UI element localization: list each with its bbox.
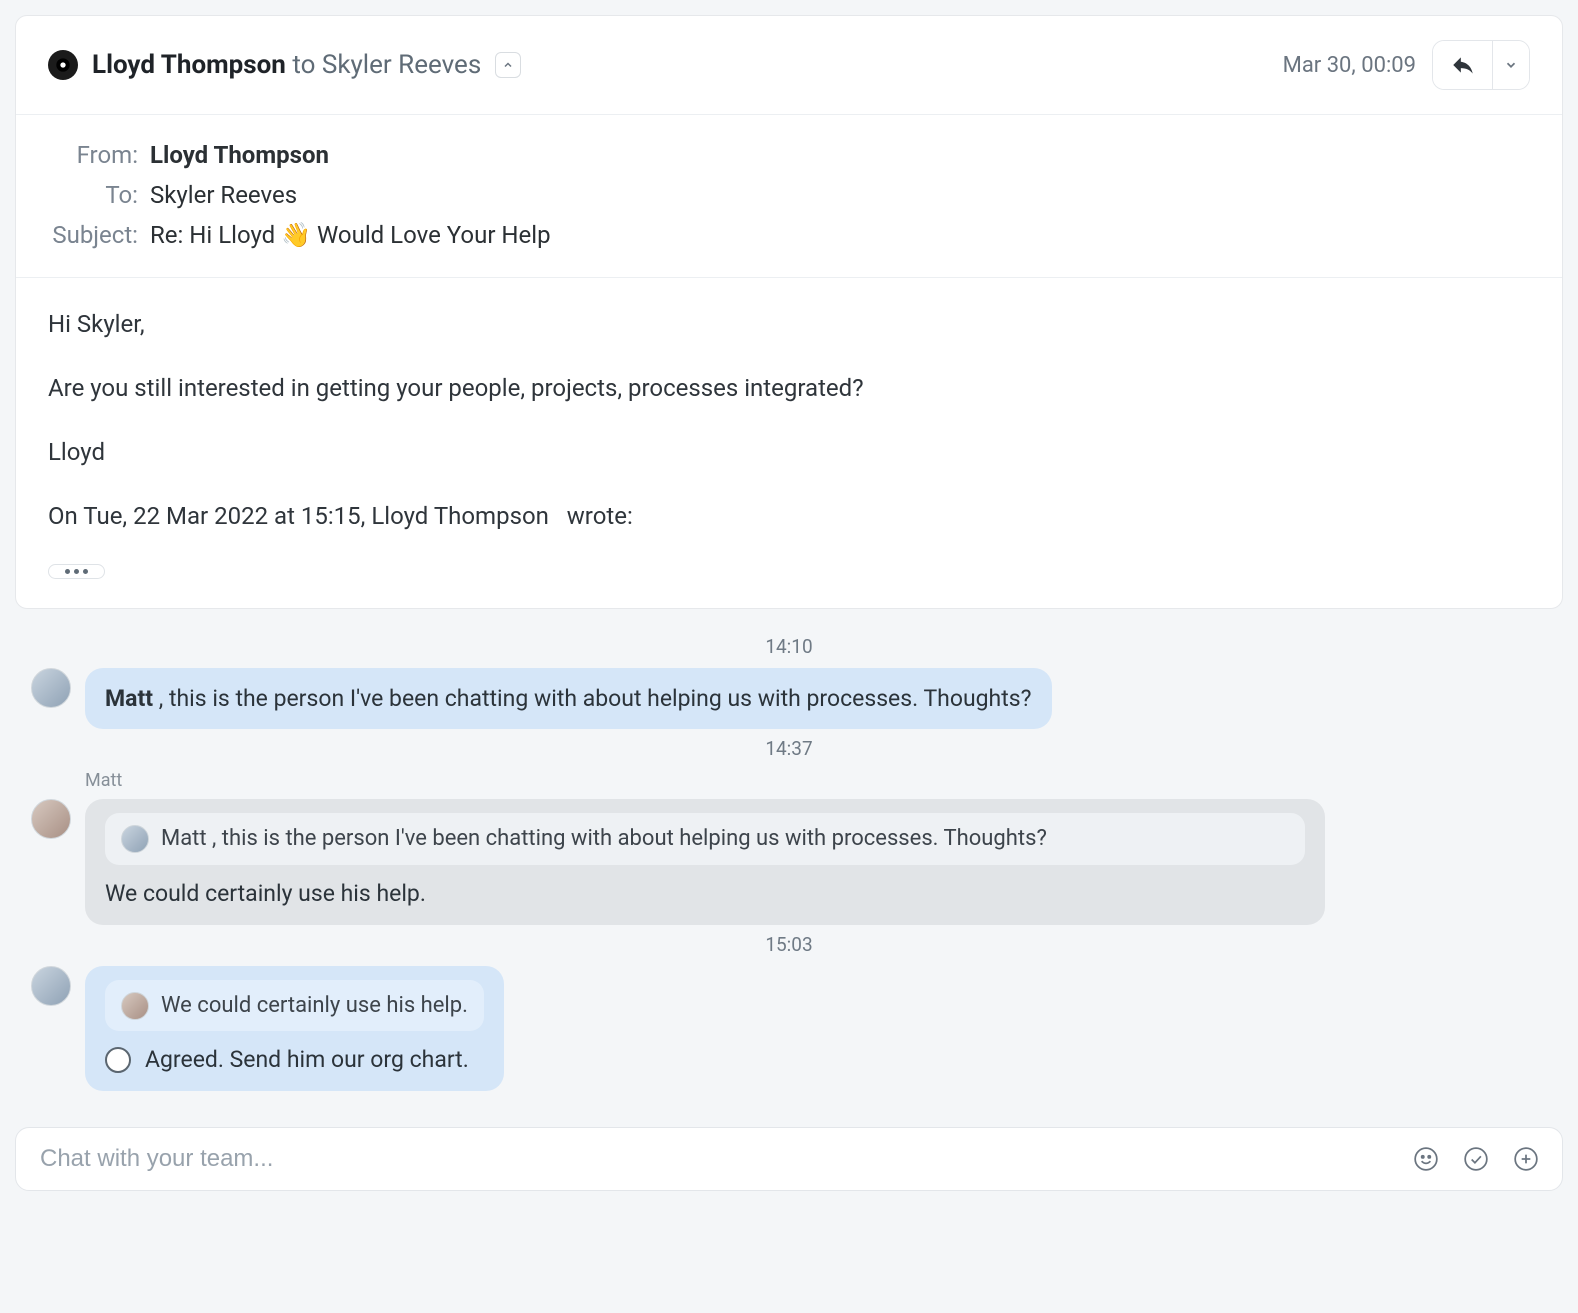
sender-avatar xyxy=(48,50,78,80)
message-text: , this is the person I've been chatting … xyxy=(153,685,1031,712)
avatar xyxy=(31,966,71,1006)
task-checkbox[interactable] xyxy=(105,1047,131,1073)
body-line1: Are you still interested in getting your… xyxy=(48,370,1530,406)
avatar xyxy=(31,799,71,839)
chat-message: Matt , this is the person I've been chat… xyxy=(31,799,1547,924)
quoted-message: We could certainly use his help. xyxy=(105,980,484,1032)
message-bubble[interactable]: Matt , this is the person I've been chat… xyxy=(85,799,1325,924)
task-button[interactable] xyxy=(1462,1145,1490,1173)
meta-to-value: Skyler Reeves xyxy=(150,181,297,209)
quoted-avatar xyxy=(121,825,149,853)
message-text: Agreed. Send him our org chart. xyxy=(145,1043,469,1076)
meta-subject-label: Subject: xyxy=(48,221,138,249)
show-trimmed-button[interactable] xyxy=(48,564,105,579)
quoted-message: Matt , this is the person I've been chat… xyxy=(105,813,1305,865)
quoted-intro-1: On Tue, 22 Mar 2022 at 15:15, Lloyd Thom… xyxy=(48,502,549,530)
message-bubble[interactable]: We could certainly use his help. Agreed.… xyxy=(85,966,504,1091)
recipient-name: Skyler Reeves xyxy=(322,50,481,80)
quoted-text: We could certainly use his help. xyxy=(161,990,468,1022)
reply-menu-button[interactable] xyxy=(1493,41,1529,89)
chevron-down-icon xyxy=(1504,58,1518,72)
email-timestamp: Mar 30, 00:09 xyxy=(1283,53,1416,78)
chat-input[interactable] xyxy=(38,1144,1412,1174)
email-header: Lloyd Thompson to Skyler Reeves Mar 30, … xyxy=(16,16,1562,114)
emoji-button[interactable] xyxy=(1412,1145,1440,1173)
smile-icon xyxy=(1413,1146,1439,1172)
ellipsis-icon xyxy=(65,569,88,574)
time-divider: 14:37 xyxy=(31,737,1547,760)
avatar xyxy=(31,668,71,708)
chat-message: We could certainly use his help. Agreed.… xyxy=(31,966,1547,1091)
meta-from-label: From: xyxy=(48,141,138,169)
quoted-avatar xyxy=(121,992,149,1020)
reply-button[interactable] xyxy=(1433,41,1493,89)
message-bubble[interactable]: Matt , this is the person I've been chat… xyxy=(85,668,1052,729)
meta-from-value: Lloyd Thompson xyxy=(150,141,329,169)
quoted-header: On Tue, 22 Mar 2022 at 15:15, Lloyd Thom… xyxy=(48,498,1530,534)
time-divider: 15:03 xyxy=(31,933,1547,956)
meta-to-label: To: xyxy=(48,181,138,209)
email-card: Lloyd Thompson to Skyler Reeves Mar 30, … xyxy=(15,15,1563,609)
reply-button-group xyxy=(1432,40,1530,90)
chat-message: Matt , this is the person I've been chat… xyxy=(31,668,1547,729)
add-button[interactable] xyxy=(1512,1145,1540,1173)
check-circle-icon xyxy=(1463,1146,1489,1172)
meta-subject-value: Re: Hi Lloyd 👋 Would Love Your Help xyxy=(150,221,551,249)
to-word: to xyxy=(292,50,315,80)
sender-line: Lloyd Thompson to Skyler Reeves xyxy=(92,50,481,80)
mention: Matt xyxy=(105,685,153,712)
quoted-text: Matt , this is the person I've been chat… xyxy=(161,823,1047,855)
body-greeting: Hi Skyler, xyxy=(48,306,1530,342)
message-text: We could certainly use his help. xyxy=(105,880,426,907)
task-line: Agreed. Send him our org chart. xyxy=(105,1043,484,1076)
collapse-toggle[interactable] xyxy=(495,52,521,78)
time-divider: 14:10 xyxy=(31,635,1547,658)
sender-label: Matt xyxy=(85,770,1547,791)
plus-circle-icon xyxy=(1513,1146,1539,1172)
email-meta: From: Lloyd Thompson To: Skyler Reeves S… xyxy=(16,114,1562,277)
body-signoff: Lloyd xyxy=(48,434,1530,470)
quoted-intro-2: wrote: xyxy=(567,502,633,530)
sender-name: Lloyd Thompson xyxy=(92,50,286,80)
reply-icon xyxy=(1450,52,1476,78)
email-body: Hi Skyler, Are you still interested in g… xyxy=(16,277,1562,608)
chevron-up-icon xyxy=(502,59,514,71)
chat-thread: 14:10 Matt , this is the person I've bee… xyxy=(15,609,1563,1109)
chat-composer xyxy=(15,1127,1563,1191)
